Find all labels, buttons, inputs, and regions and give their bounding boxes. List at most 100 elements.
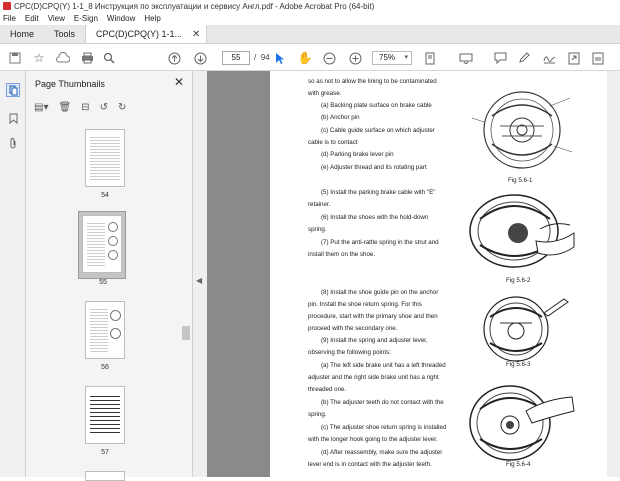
tab-document-label: CPC(D)CPQ(Y) 1-1... (96, 29, 183, 39)
menu-help[interactable]: Help (144, 14, 160, 23)
select-cursor-icon[interactable] (274, 49, 286, 67)
figure-caption: Fig 5.6-2 (506, 277, 531, 284)
rotate-left-icon[interactable]: ↺ (100, 102, 108, 113)
menu-edit[interactable]: Edit (25, 14, 39, 23)
panel-splitter[interactable]: ◀ (193, 71, 207, 477)
search-icon[interactable] (102, 49, 116, 67)
page-text-line: (b) The adjuster teeth do not contact wi… (321, 399, 444, 406)
thumbnail-page-54[interactable] (85, 129, 125, 187)
window-title-bar: CPC(D)CPQ(Y) 1-1_8 Инструкция по эксплуа… (0, 0, 620, 12)
page-count: / 94 (254, 53, 270, 62)
page-text-line: (c) Cable guide surface on which adjuste… (321, 127, 435, 134)
page-text-line: adjuster and the right side brake unit h… (308, 374, 439, 381)
zoom-out-icon[interactable] (322, 49, 336, 67)
figure-caption: Fig 5.6-3 (506, 361, 531, 368)
thumbnail-label-54: 54 (101, 192, 109, 199)
page-text-line: pin. Install the shoe return spring. For… (308, 301, 422, 308)
tab-document[interactable]: CPC(D)CPQ(Y) 1-1... ✕ (85, 25, 208, 43)
share-icon[interactable] (567, 49, 581, 67)
close-tab-icon[interactable]: ✕ (192, 29, 200, 40)
page-text-line: threaded one. (308, 386, 347, 393)
window-title: CPC(D)CPQ(Y) 1-1_8 Инструкция по эксплуа… (14, 1, 375, 11)
main-toolbar: ☆ 55 / 94 ✋ 75% (0, 45, 620, 71)
page-text-line: spring. (308, 411, 327, 418)
thumbnail-options-icon[interactable]: ▤▾ (34, 102, 48, 113)
pdf-page: so as not to allow the lining to be cont… (270, 71, 607, 477)
page-separator: / (254, 53, 257, 62)
zoom-in-icon[interactable] (348, 49, 362, 67)
page-text-line: retainer. (308, 201, 331, 208)
signature-icon[interactable] (542, 49, 556, 67)
page-text-line: lever end is in contact with the adjuste… (308, 461, 432, 468)
page-thumbnails-icon[interactable] (6, 83, 20, 97)
figure-5-6-2-drawing (469, 194, 575, 268)
tab-tools[interactable]: Tools (44, 25, 85, 43)
menu-file[interactable]: File (3, 14, 16, 23)
tab-bar: Home Tools CPC(D)CPQ(Y) 1-1... ✕ (0, 25, 620, 44)
thumbnail-page-56[interactable] (85, 301, 125, 359)
page-text-line: (8) Install the shoe guide pin on the an… (321, 289, 439, 296)
thumbnail-page-57[interactable] (85, 386, 125, 444)
page-text-line: (b) Anchor pin (321, 114, 360, 121)
print-icon[interactable] (80, 49, 94, 67)
page-text-line: (6) Install the shoes with the hold-down (321, 214, 429, 221)
page-text-line: proceed with the secondary one. (308, 325, 398, 332)
delete-page-icon[interactable]: 🗑 (58, 102, 71, 113)
panel-title: Page Thumbnails (35, 79, 105, 89)
figure-caption: Fig 5.6-1 (508, 177, 533, 184)
previous-page-icon[interactable] (167, 49, 181, 67)
page-text-line: (d) Parking brake lever pin (321, 151, 394, 158)
page-text-line: (a) Backing plate surface on brake cable (321, 102, 432, 109)
insert-page-icon[interactable]: ⊟ (81, 102, 89, 113)
page-text-line: (7) Put the anti-rattle spring in the st… (321, 239, 439, 246)
thumbnails-scrollbar[interactable] (181, 71, 191, 477)
page-text-line: (d) After reassembly, make sure the adju… (321, 449, 443, 456)
menu-view[interactable]: View (48, 14, 65, 23)
comment-icon[interactable] (493, 49, 507, 67)
thumbnail-label-57: 57 (101, 449, 109, 456)
page-text-line: (a) The left side brake unit has a left … (321, 362, 446, 369)
menu-esign[interactable]: E-Sign (74, 14, 98, 23)
thumbnail-label-56: 56 (101, 364, 109, 371)
page-text-line: install them on the shoe. (308, 251, 376, 258)
figure-caption: Fig 5.6-4 (506, 461, 531, 468)
share-document-icon[interactable] (591, 49, 605, 67)
acrobat-app-icon (3, 2, 11, 10)
thumbnail-label-55: 55 (99, 279, 107, 286)
thumbnail-page-58[interactable] (85, 471, 125, 481)
next-page-icon[interactable] (193, 49, 207, 67)
page-text-line: (c) The adjuster shoe return spring is i… (321, 424, 447, 431)
attachment-icon[interactable] (6, 137, 20, 151)
figure-5-6-4-drawing (469, 385, 575, 461)
menu-bar: File Edit View E-Sign Window Help (0, 12, 620, 25)
total-pages: 94 (260, 53, 270, 62)
figure-5-6-1-drawing (471, 91, 573, 169)
tab-home[interactable]: Home (0, 25, 44, 43)
thumbnails-scrollbar-thumb[interactable] (182, 326, 190, 340)
page-text-line: (e) Adjuster thread and its rotating par… (321, 164, 427, 171)
collapse-panel-icon[interactable]: ◀ (196, 276, 202, 285)
page-text-line: procedure, start with the primary shoe a… (308, 313, 438, 320)
upload-cloud-icon[interactable] (56, 49, 70, 67)
zoom-level-select[interactable]: 75% (372, 51, 412, 65)
save-icon[interactable] (8, 49, 22, 67)
figure-5-6-3-drawing (483, 296, 569, 362)
page-text-line: cable is to contact (308, 139, 358, 146)
left-navigation-rail (0, 71, 26, 477)
thumbnail-page-55[interactable] (82, 215, 122, 273)
menu-window[interactable]: Window (107, 14, 135, 23)
star-icon[interactable]: ☆ (32, 49, 46, 67)
page-number-input[interactable]: 55 (222, 51, 250, 65)
highlight-pen-icon[interactable] (517, 49, 531, 67)
scroll-mode-icon[interactable] (458, 49, 474, 67)
page-text-line: (9) Install the spring and adjuster leve… (321, 337, 428, 344)
page-text-line: so as not to allow the lining to be cont… (308, 78, 437, 85)
page-text-line: (5) Install the parking brake cable with… (321, 189, 436, 196)
bookmark-icon[interactable] (6, 111, 20, 125)
document-scrollbar[interactable] (607, 71, 620, 477)
tab-tools-label: Tools (54, 29, 76, 39)
rotate-right-icon[interactable]: ↻ (118, 102, 126, 113)
fit-page-icon[interactable] (423, 49, 437, 67)
hand-tool-icon[interactable]: ✋ (298, 49, 313, 67)
panel-toolbar: ▤▾ 🗑 ⊟ ↺ ↻ (34, 99, 126, 115)
